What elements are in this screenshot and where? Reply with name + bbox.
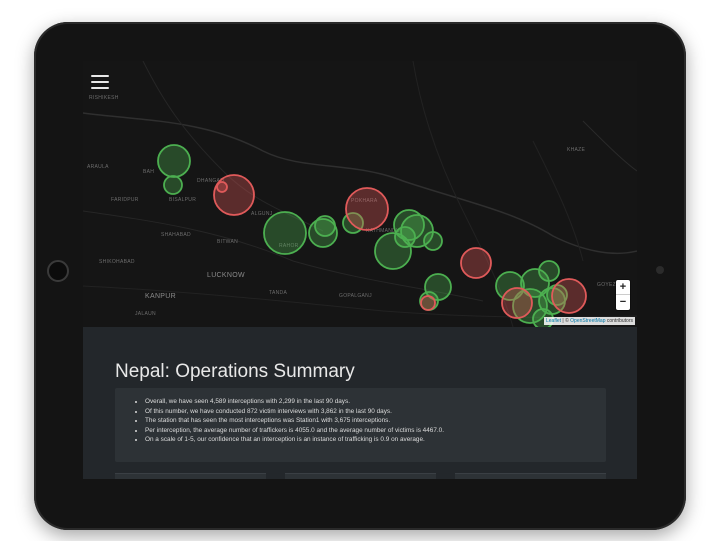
osm-link[interactable]: OpenStreetMap [570, 318, 605, 324]
map-marker[interactable] [538, 260, 560, 282]
stat-card [285, 473, 436, 479]
map-marker[interactable] [163, 175, 183, 195]
summary-item: Of this number, we have conducted 872 vi… [145, 407, 606, 417]
summary-item: The station that has seen the most inter… [145, 416, 606, 426]
stat-card [115, 473, 266, 479]
map-marker[interactable] [420, 295, 436, 311]
summary-item: Per interception, the average number of … [145, 426, 606, 436]
zoom-in-button[interactable]: + [616, 280, 630, 295]
map-marker[interactable] [213, 174, 255, 216]
map-marker[interactable] [314, 215, 336, 237]
attribution-sep: | © [561, 318, 571, 324]
map-marker[interactable] [551, 278, 587, 314]
map-marker[interactable] [263, 211, 307, 255]
map[interactable]: RISHIKESH ARAULA BAH FARIDPUR BISALPUR S… [83, 61, 637, 327]
summary-list: Overall, we have seen 4,589 interception… [115, 388, 606, 445]
map-marker[interactable] [216, 181, 228, 193]
camera-icon [656, 266, 664, 274]
attribution-suffix: contributors [605, 318, 633, 324]
map-marker[interactable] [423, 231, 443, 251]
map-marker[interactable] [394, 226, 416, 248]
summary-box: Overall, we have seen 4,589 interception… [115, 388, 606, 462]
map-marker[interactable] [157, 144, 191, 178]
map-attribution: Leaflet | © OpenStreetMap contributors [544, 317, 635, 325]
stat-card [455, 473, 606, 479]
summary-item: Overall, we have seen 4,589 interception… [145, 397, 606, 407]
map-marker[interactable] [345, 187, 389, 231]
map-marker[interactable] [460, 247, 492, 279]
marker-layer [157, 144, 587, 327]
summary-item: On a scale of 1-5, our confidence that a… [145, 435, 606, 445]
page-title: Nepal: Operations Summary [115, 361, 355, 382]
leaflet-link[interactable]: Leaflet [546, 318, 561, 324]
zoom-out-button[interactable]: − [616, 295, 630, 310]
map-marker[interactable] [501, 287, 533, 319]
screen: RISHIKESH ARAULA BAH FARIDPUR BISALPUR S… [83, 61, 637, 479]
zoom-control: + − [616, 280, 630, 310]
menu-icon[interactable] [91, 75, 109, 89]
home-button[interactable] [47, 260, 69, 282]
